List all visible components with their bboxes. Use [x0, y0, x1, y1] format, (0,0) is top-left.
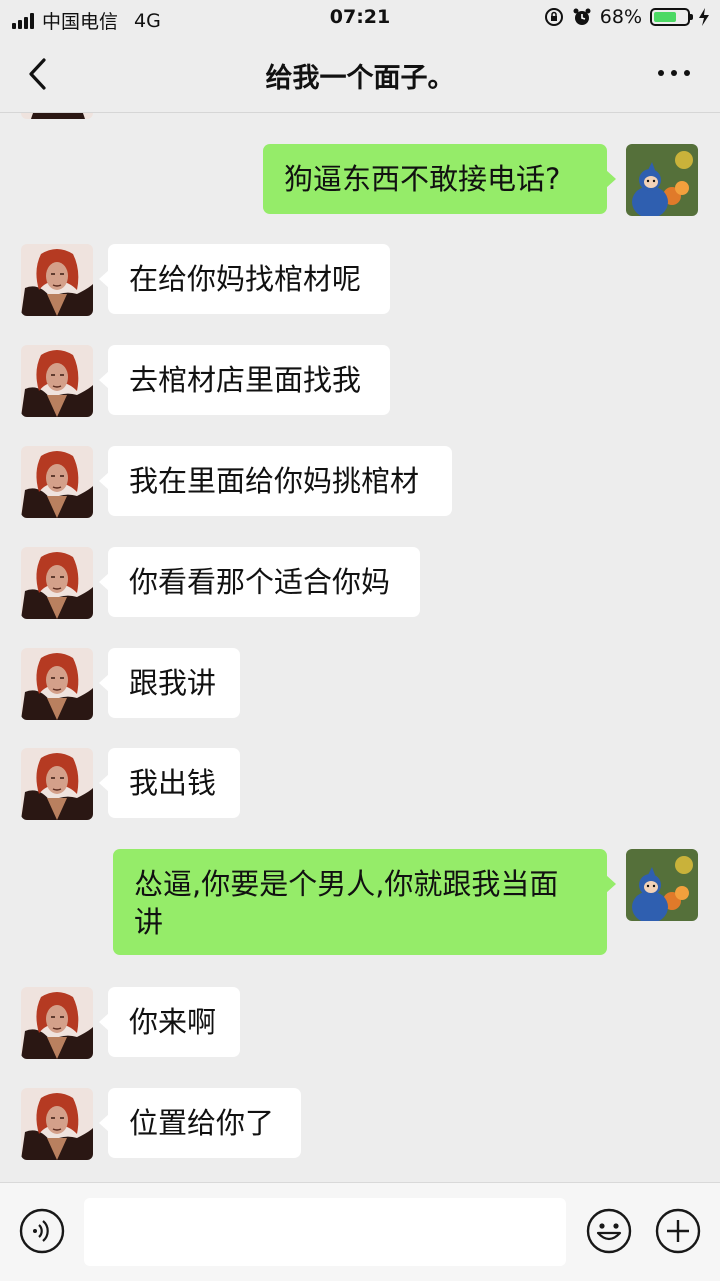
status-right: 68% — [544, 6, 710, 28]
add-button[interactable] — [654, 1207, 702, 1255]
battery-percent: 68% — [599, 6, 642, 28]
emoji-button[interactable] — [585, 1207, 633, 1255]
chat-header: 给我一个面子。 — [0, 36, 720, 113]
message-text: 我在里面给你妈挑棺材 — [129, 464, 420, 498]
sent-message-bubble[interactable]: 狗逼东西不敢接电话? — [263, 144, 616, 214]
voice-icon — [19, 1208, 65, 1254]
battery-icon — [650, 8, 693, 26]
message-text: 跟我讲 — [129, 666, 217, 700]
received-message-bubble[interactable]: 你来啊 — [99, 987, 240, 1057]
voice-button[interactable] — [18, 1207, 66, 1255]
received-message-bubble[interactable]: 我出钱 — [99, 748, 240, 818]
contact-avatar[interactable] — [21, 1088, 93, 1160]
message-input[interactable] — [84, 1198, 566, 1266]
received-message-bubble[interactable]: 你看看那个适合你妈 — [99, 547, 420, 617]
contact-avatar[interactable] — [21, 547, 93, 619]
orientation-lock-icon — [544, 8, 563, 26]
more-dots-icon — [658, 70, 664, 76]
message-text: 在给你妈找棺材呢 — [129, 262, 362, 296]
message-text: 狗逼东西不敢接电话? — [284, 162, 561, 196]
contact-avatar[interactable] — [21, 345, 93, 417]
message-text: 我出钱 — [129, 766, 217, 800]
received-message-bubble[interactable]: 位置给你了 — [99, 1088, 301, 1158]
message-text: 你来啊 — [129, 1005, 217, 1039]
received-message-bubble[interactable]: 我在里面给你妈挑棺材 — [99, 446, 452, 516]
message-text: 你看看那个适合你妈 — [129, 565, 391, 599]
emoji-icon — [586, 1208, 632, 1254]
message-list[interactable]: 狗逼东西不敢接电话? 在给你妈找棺材呢 去棺材店里面找我我在里面给你妈挑棺材 你看看那… — [0, 113, 720, 1182]
sent-message-bubble[interactable]: 怂逼,你要是个男人,你就跟我当面讲 — [113, 849, 616, 955]
message-text: 去棺材店里面找我 — [129, 363, 362, 397]
chat-title: 给我一个面子。 — [265, 63, 455, 94]
contact-avatar[interactable] — [21, 446, 93, 518]
contact-avatar[interactable] — [21, 648, 93, 720]
received-message-bubble[interactable]: 跟我讲 — [99, 648, 240, 718]
received-message-bubble[interactable]: 去棺材店里面找我 — [99, 345, 390, 415]
contact-avatar[interactable] — [21, 113, 93, 119]
status-bar: 中国电信 4G 07:21 68% — [0, 0, 720, 36]
contact-avatar[interactable] — [21, 244, 93, 316]
charging-icon — [699, 8, 709, 26]
plus-icon — [655, 1208, 701, 1254]
battery-fill — [654, 12, 676, 22]
my-avatar[interactable] — [626, 849, 698, 921]
alarm-icon — [573, 8, 591, 25]
more-button[interactable] — [658, 70, 690, 76]
input-bar — [0, 1182, 720, 1281]
contact-avatar[interactable] — [21, 748, 93, 820]
message-text: 位置给你了 — [129, 1106, 275, 1140]
contact-avatar[interactable] — [21, 987, 93, 1059]
my-avatar[interactable] — [626, 144, 698, 216]
message-text: 怂逼,你要是个男人,你就跟我当面讲 — [134, 867, 559, 939]
received-message-bubble[interactable]: 在给你妈找棺材呢 — [99, 244, 390, 314]
